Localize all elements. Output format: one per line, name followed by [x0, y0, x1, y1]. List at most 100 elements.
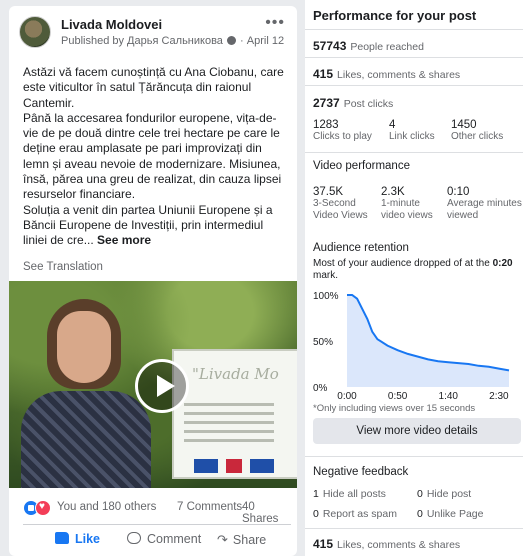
mini-value: 2.3K — [381, 186, 405, 198]
neg-value: 1 — [313, 488, 319, 500]
mini-label: Link clicks — [389, 131, 435, 142]
neg-label: Hide all posts — [322, 488, 386, 500]
mini-value: 4 — [389, 119, 396, 131]
share-button[interactable]: ↷ Share — [217, 532, 266, 548]
three-second-views-stat: 37.5K 3-Second Video Views — [313, 186, 368, 222]
stat-value: 415 — [313, 67, 334, 81]
comment-label: Comment — [147, 532, 202, 546]
video-person-face — [57, 311, 111, 383]
published-by: Published by Дарья Сальникова — [61, 35, 223, 47]
see-translation-link[interactable]: See Translation — [23, 261, 103, 273]
neg-value: 0 — [313, 508, 319, 520]
retention-chart-svg: 0% 50% 100% 0:00 0:50 1:40 2:30 — [313, 291, 510, 402]
mini-label: Average minutes — [447, 198, 522, 209]
page-avatar[interactable] — [19, 16, 51, 48]
post-clicks-stat: 2737 Post clicks — [313, 94, 393, 112]
divider — [305, 57, 523, 58]
other-clicks-stat: 1450 Other clicks — [451, 119, 503, 143]
mini-label: Video Views — [313, 210, 368, 221]
post-paragraph: Astăzi vă facem cunoștință cu Ana Cioban… — [23, 65, 284, 110]
retention-drop-time: 0:20 — [492, 258, 513, 269]
page-name-link[interactable]: Livada Moldovei — [61, 17, 162, 32]
stat-label: Likes, comments & shares — [337, 539, 461, 551]
neg-label: Report as spam — [322, 508, 397, 520]
x-tick-label: 1:40 — [439, 391, 459, 402]
footer-engagement-stat: 415 Likes, comments & shares — [313, 535, 460, 553]
mini-label: 1-minute — [381, 198, 420, 209]
neg-value: 0 — [417, 508, 423, 520]
post-header: Livada Moldovei Published by Дарья Сальн… — [19, 14, 289, 56]
panel-title: Performance for your post — [313, 8, 477, 23]
post-video[interactable]: "Livada Mo — [9, 281, 297, 488]
insights-panel: Performance for your post 57743 People re… — [305, 0, 523, 556]
retention-description: Most of your audience dropped of at the … — [313, 258, 523, 282]
neg-label: Unlike Page — [426, 508, 484, 520]
y-tick-label: 50% — [313, 337, 333, 348]
mini-value: 1450 — [451, 119, 477, 131]
mini-label: Other clicks — [451, 131, 504, 142]
engagement-stat: 415 Likes, comments & shares — [313, 65, 460, 83]
video-sign-lines — [184, 403, 274, 448]
neg-label: Hide post — [426, 488, 472, 500]
video-performance-title: Video performance — [313, 160, 410, 172]
retention-desc-suffix: mark. — [313, 270, 338, 281]
video-sign: "Livada Mo — [172, 349, 297, 479]
negative-feedback-title: Negative feedback — [313, 466, 409, 478]
stat-value: 415 — [313, 537, 334, 551]
comment-button[interactable]: Comment — [127, 532, 201, 546]
y-tick-label: 0% — [313, 383, 328, 394]
people-reached-stat: 57743 People reached — [313, 37, 424, 55]
post-card: Livada Moldovei Published by Дарья Сальн… — [9, 6, 297, 556]
video-sign-title: "Livada Mo — [192, 365, 279, 383]
hide-all-posts-stat: 1 Hide all posts — [313, 488, 386, 500]
shares-count[interactable]: 40 Shares — [242, 501, 291, 525]
average-minutes-stat: 0:10 Average minutes viewed — [447, 186, 522, 222]
comments-count[interactable]: 7 Comments — [177, 501, 242, 513]
retention-chart: 0% 50% 100% 0:00 0:50 1:40 2:30 — [305, 285, 523, 405]
one-minute-views-stat: 2.3K 1-minute video views — [381, 186, 433, 222]
stat-value: 2737 — [313, 96, 340, 110]
hide-post-stat: 0 Hide post — [417, 488, 471, 500]
x-tick-label: 0:50 — [388, 391, 408, 402]
divider — [23, 524, 291, 525]
share-icon: ↷ — [217, 532, 228, 547]
mini-label: Clicks to play — [313, 131, 372, 142]
like-button[interactable]: Like — [55, 532, 100, 546]
reactions-count[interactable]: You and 180 others — [57, 501, 156, 513]
video-person-body — [21, 391, 151, 488]
y-tick-label: 100% — [313, 291, 339, 302]
neg-value: 0 — [417, 488, 423, 500]
post-body: Astăzi vă facem cunoștință cu Ana Cioban… — [23, 65, 289, 249]
mini-value: 1283 — [313, 119, 339, 131]
post-paragraph: Soluția a venit din partea Uniunii Europ… — [23, 203, 289, 249]
comment-icon — [127, 532, 141, 544]
stat-label: People reached — [350, 41, 424, 53]
gear-icon — [226, 36, 236, 45]
link-clicks-stat: 4 Link clicks — [389, 119, 435, 143]
post-date[interactable]: April 12 — [247, 35, 284, 47]
mini-label: viewed — [447, 210, 479, 221]
reactions-bar: You and 180 others 7 Comments 40 Shares — [23, 499, 291, 525]
divider — [305, 85, 523, 86]
video-sign-logos — [194, 459, 274, 473]
stat-label: Post clicks — [343, 98, 394, 110]
more-options-icon[interactable]: ••• — [265, 14, 285, 32]
thumbs-up-icon — [55, 532, 69, 544]
see-more-link[interactable]: See more — [97, 233, 151, 247]
post-paragraph: Până la accesarea fondurilor europene, v… — [23, 110, 282, 202]
clicks-to-play-stat: 1283 Clicks to play — [313, 119, 372, 143]
mini-label: video views — [381, 210, 433, 221]
divider — [305, 152, 523, 153]
divider — [305, 29, 523, 30]
stat-value: 57743 — [313, 39, 347, 53]
view-more-video-details-button[interactable]: View more video details — [313, 418, 521, 444]
reaction-icons[interactable] — [23, 500, 53, 516]
x-tick-label: 2:30 — [489, 391, 509, 402]
play-icon[interactable] — [135, 359, 189, 413]
share-label: Share — [232, 533, 267, 547]
retention-area — [347, 295, 509, 387]
retention-desc-text: Most of your audience dropped of at the — [313, 258, 490, 269]
published-line: Published by Дарья Сальникова · April 12 — [61, 35, 285, 47]
divider — [305, 528, 523, 529]
mini-label: 3-Second — [313, 198, 356, 209]
